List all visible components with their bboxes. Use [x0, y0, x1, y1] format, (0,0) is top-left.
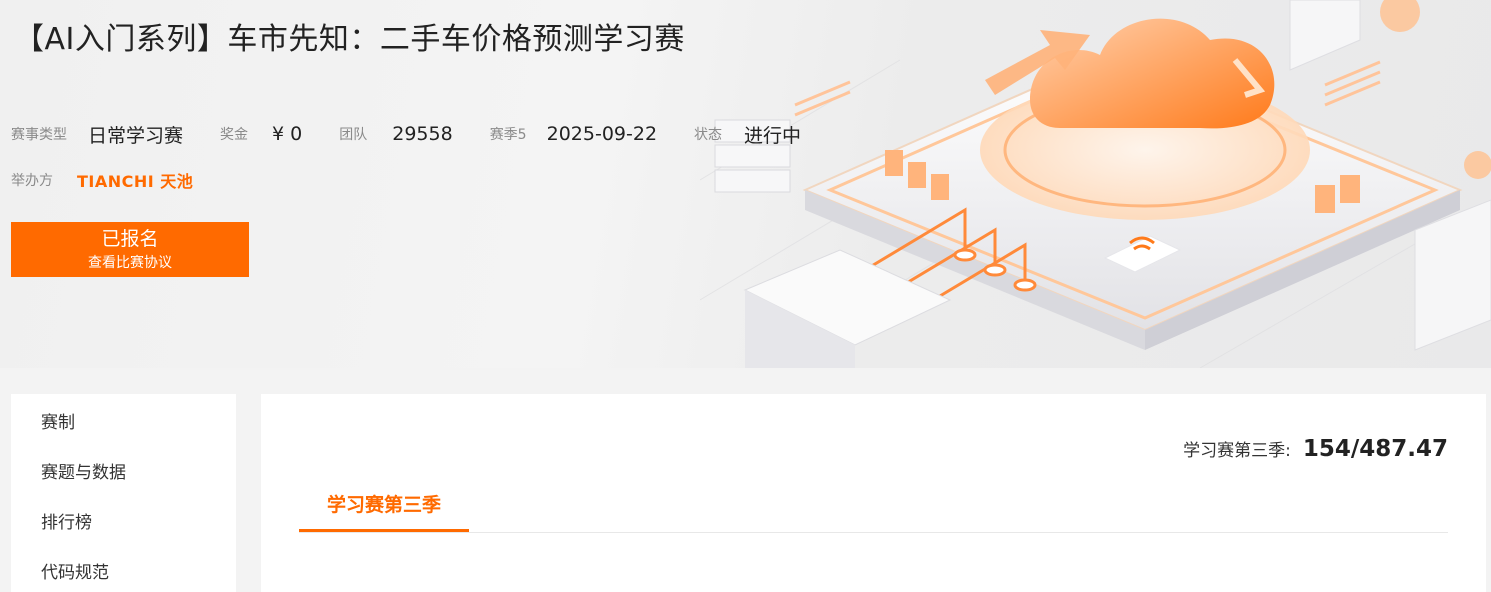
tab-divider: [299, 532, 1448, 533]
meta-label-type: 赛事类型: [11, 127, 67, 143]
tianchi-logo[interactable]: TIANCHI 天池: [77, 168, 193, 192]
meta-label-prize: 奖金: [220, 127, 249, 143]
sidebar-item-rules[interactable]: 赛制: [41, 408, 75, 433]
meta-value-prize: ¥ 0: [272, 123, 303, 145]
meta-value-type: 日常学习赛: [88, 124, 184, 147]
banner-illustration: [700, 0, 1491, 368]
season-score: 学习赛第三季: 154/487.47: [1183, 436, 1448, 462]
organizer-label: 举办方: [11, 173, 53, 189]
main-panel: 学习赛第三季: 154/487.47 学习赛第三季: [261, 394, 1486, 592]
competition-meta: 赛事类型 日常学习赛 奖金 ¥ 0 团队 29558 赛季5 2025-09-2…: [11, 120, 801, 148]
season-score-label: 学习赛第三季:: [1183, 441, 1291, 461]
meta-value-teams: 29558: [392, 123, 453, 145]
competition-banner: 【AI入门系列】车市先知：二手车价格预测学习赛 赛事类型 日常学习赛 奖金 ¥ …: [0, 0, 1491, 368]
meta-label-season: 赛季5: [489, 127, 527, 143]
meta-label-status: 状态: [694, 127, 723, 143]
view-agreement-link[interactable]: 查看比赛协议: [88, 253, 172, 273]
sidebar-nav: 赛制 赛题与数据 排行榜 代码规范: [11, 394, 236, 592]
season-score-value: 154/487.47: [1302, 436, 1448, 462]
sidebar-item-leaderboard[interactable]: 排行榜: [41, 508, 92, 533]
organizer-row: 举办方 TIANCHI 天池: [11, 166, 193, 194]
page-title: 【AI入门系列】车市先知：二手车价格预测学习赛: [14, 22, 685, 57]
meta-value-season: 2025-09-22: [546, 123, 658, 145]
meta-value-status: 进行中: [744, 124, 802, 147]
signup-status-label: 已报名: [101, 227, 159, 250]
signup-button[interactable]: 已报名 查看比赛协议: [11, 222, 249, 277]
meta-label-teams: 团队: [339, 127, 368, 143]
sidebar-item-code-guidelines[interactable]: 代码规范: [41, 558, 109, 583]
tab-season-three[interactable]: 学习赛第三季: [299, 486, 469, 532]
sidebar-item-data[interactable]: 赛题与数据: [41, 458, 126, 483]
